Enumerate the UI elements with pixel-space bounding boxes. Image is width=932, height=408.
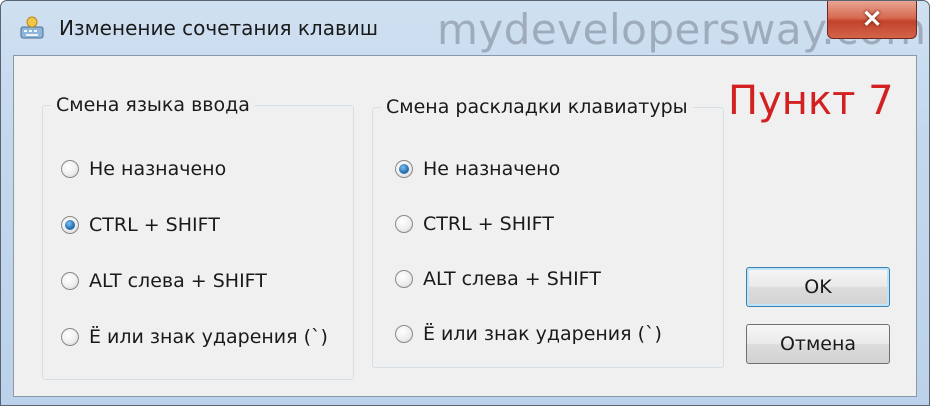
input-language-option-2[interactable]: CTRL + SHIFT xyxy=(61,214,220,236)
title-bar[interactable]: Изменение сочетания клавиш mydevelopersw… xyxy=(1,1,929,55)
input-language-legend: Смена языка ввода xyxy=(56,94,250,116)
radio-button[interactable] xyxy=(61,160,79,178)
input-language-option-4[interactable]: Ё или знак ударения (`) xyxy=(61,326,328,348)
radio-button[interactable] xyxy=(395,270,413,288)
window-title: Изменение сочетания клавиш xyxy=(59,16,379,40)
radio-button[interactable] xyxy=(395,215,413,233)
radio-label: ALT слева + SHIFT xyxy=(89,270,267,292)
radio-button[interactable] xyxy=(395,325,413,343)
dialog-window: Изменение сочетания клавиш mydevelopersw… xyxy=(0,0,930,406)
close-button[interactable]: ✕ xyxy=(827,1,917,39)
radio-button[interactable] xyxy=(61,328,79,346)
dialog-body: Смена языка ввода Не назначено CTRL + SHI… xyxy=(13,55,917,397)
radio-label: ALT слева + SHIFT xyxy=(423,268,601,290)
radio-label: CTRL + SHIFT xyxy=(89,214,220,236)
radio-label: Ё или знак ударения (`) xyxy=(423,323,662,345)
radio-button[interactable] xyxy=(395,160,413,178)
keyboard-layout-option-2[interactable]: CTRL + SHIFT xyxy=(395,213,554,235)
radio-label: Не назначено xyxy=(423,158,561,180)
radio-label: CTRL + SHIFT xyxy=(423,213,554,235)
keyboard-layout-option-3[interactable]: ALT слева + SHIFT xyxy=(395,268,601,290)
ok-button[interactable]: OK xyxy=(746,267,890,307)
radio-label: Ё или знак ударения (`) xyxy=(89,326,328,348)
keyboard-layout-legend: Смена раскладки клавиатуры xyxy=(386,96,688,118)
close-icon: ✕ xyxy=(861,6,883,33)
keyboard-layout-option-4[interactable]: Ё или знак ударения (`) xyxy=(395,323,662,345)
input-language-option-3[interactable]: ALT слева + SHIFT xyxy=(61,270,267,292)
radio-label: Не назначено xyxy=(89,158,227,180)
radio-button[interactable] xyxy=(61,272,79,290)
input-language-group: Смена языка ввода Не назначено CTRL + SHI… xyxy=(42,94,354,380)
keyboard-app-icon xyxy=(20,16,44,39)
keyboard-layout-group: Смена раскладки клавиатуры Не назначено C… xyxy=(372,96,724,368)
radio-button[interactable] xyxy=(61,216,79,234)
input-language-option-1[interactable]: Не назначено xyxy=(61,158,226,180)
cancel-button[interactable]: Отмена xyxy=(746,324,890,364)
step-annotation: Пункт 7 xyxy=(728,78,894,124)
keyboard-layout-option-1[interactable]: Не назначено xyxy=(395,158,560,180)
